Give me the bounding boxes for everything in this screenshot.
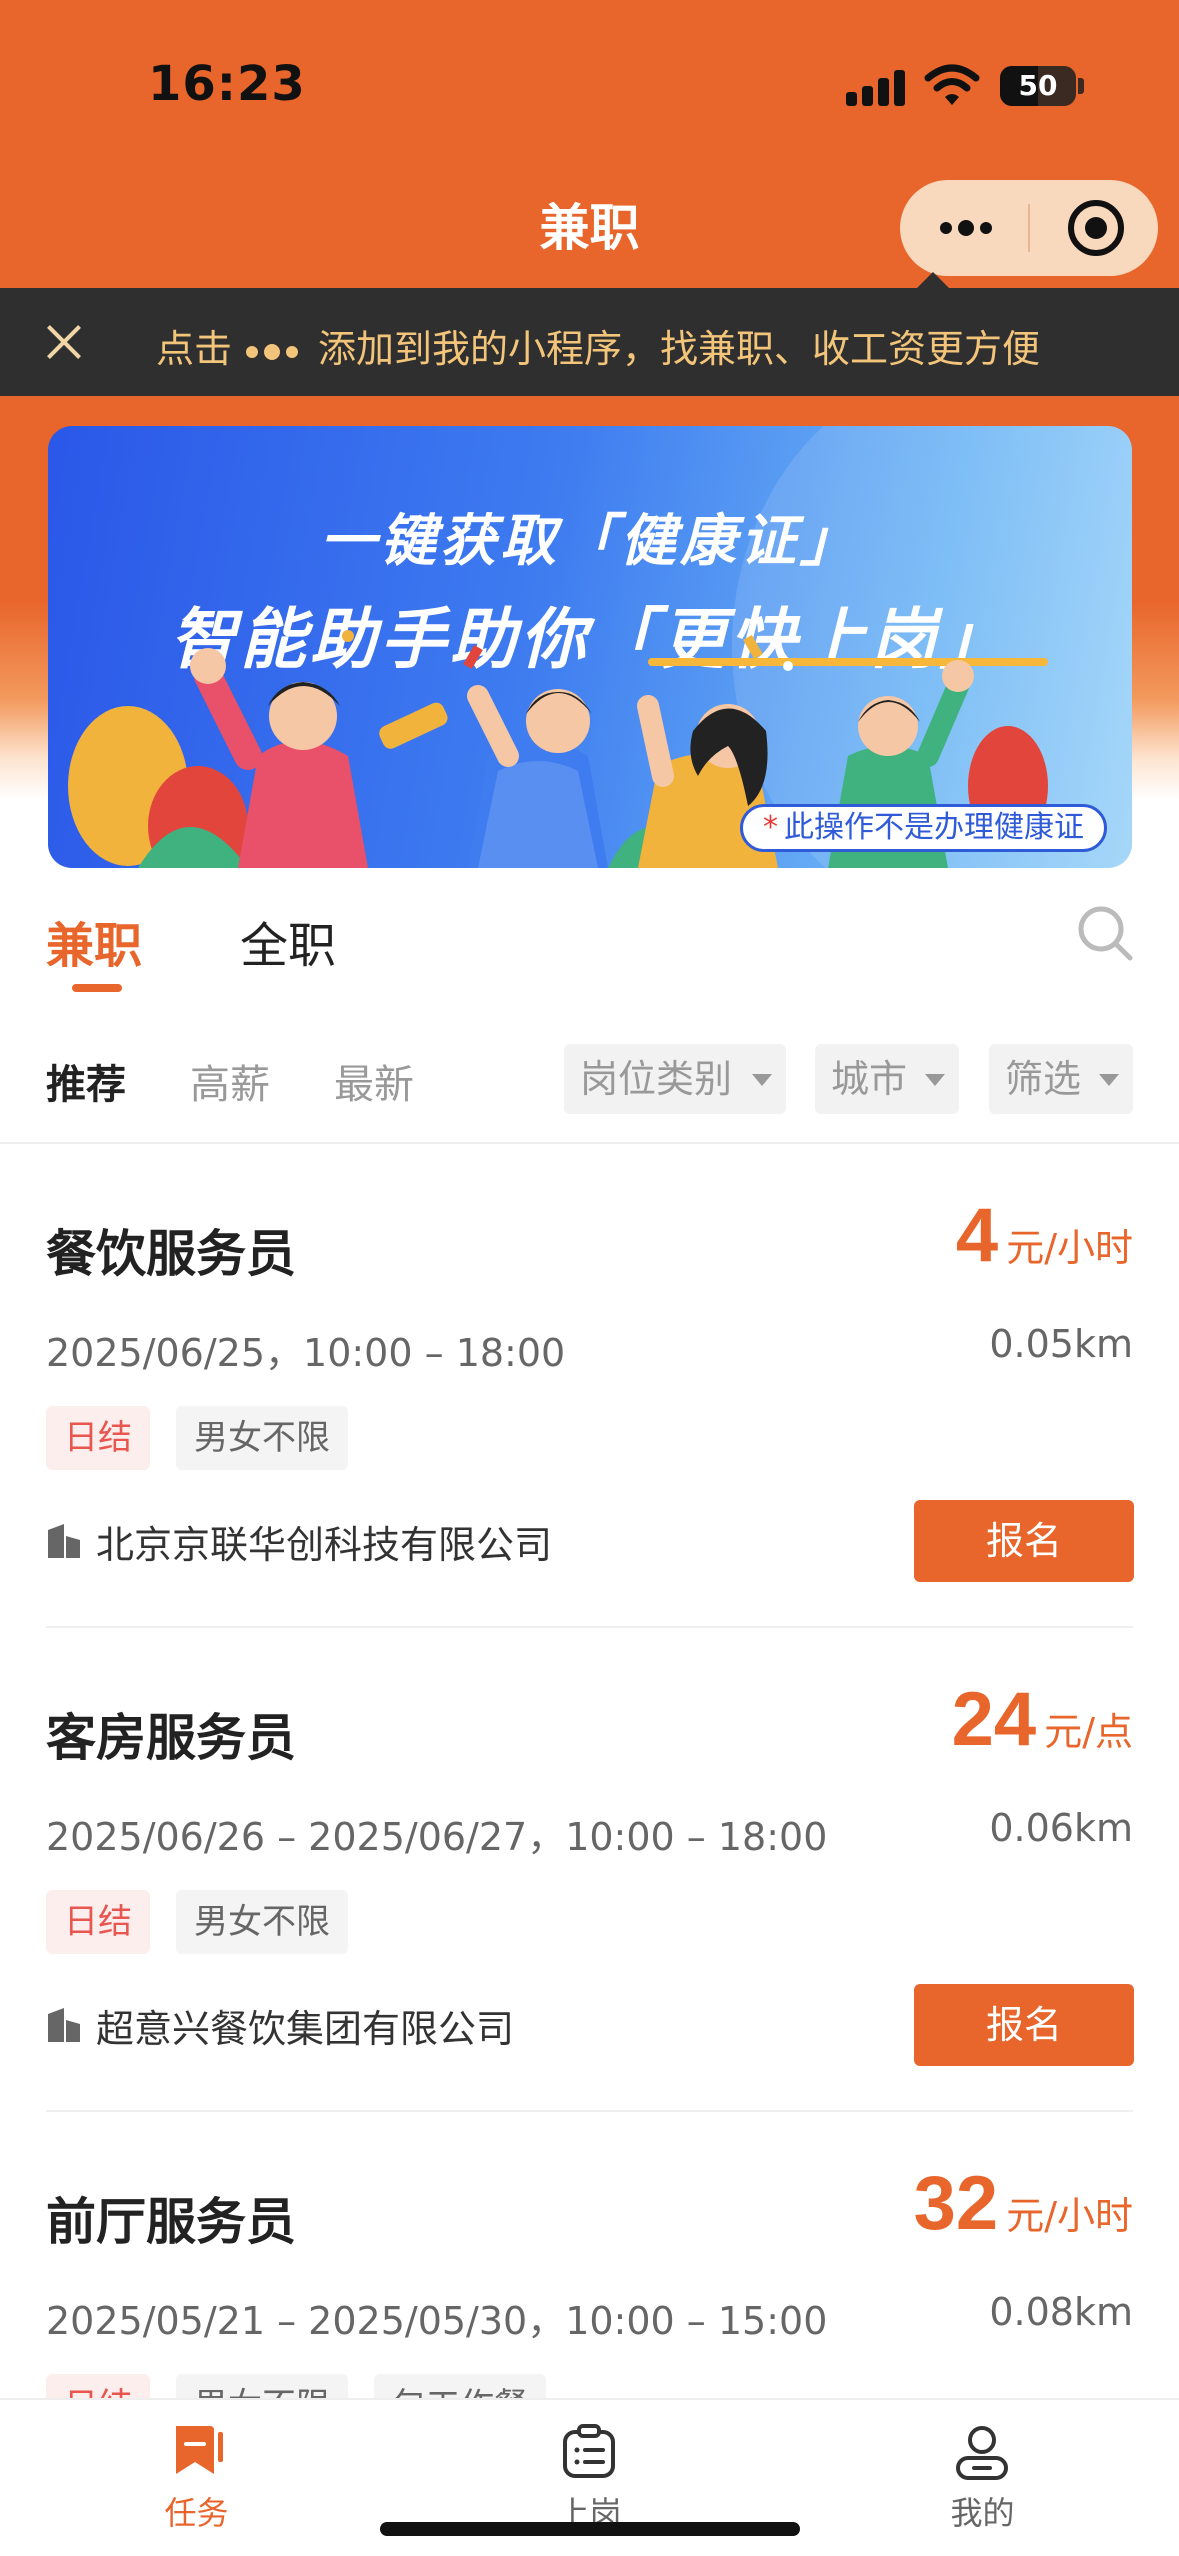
job-card[interactable]: 客房服务员 24 元/点 2025/06/26 – 2025/06/27，10:0… <box>0 1628 1179 2112</box>
wifi-icon <box>924 64 980 105</box>
job-card[interactable]: 餐饮服务员 4 元/小时 2025/06/25，10:00 – 18:00 0.0… <box>0 1144 1179 1628</box>
more-dots-icon <box>246 342 304 362</box>
tabbar-item-mine[interactable]: 我的 <box>786 2400 1179 2556</box>
tabbar-item-tasks[interactable]: 任务 <box>0 2400 393 2556</box>
battery-cap <box>1078 78 1084 94</box>
job-tags: 日结 男女不限 <box>46 1890 374 1954</box>
add-to-mini-program-hint: 点击 添加到我的小程序，找兼职、收工资更方便 <box>0 288 1179 396</box>
banner-disclaimer: * 此操作不是办理健康证 <box>740 804 1107 852</box>
tabbar-label: 任务 <box>164 2494 229 2532</box>
job-tags: 日结 男女不限 <box>46 1406 374 1470</box>
job-title: 前厅服务员 <box>46 2193 296 2251</box>
job-title: 客房服务员 <box>46 1709 296 1767</box>
tabbar-label: 我的 <box>950 2494 1015 2532</box>
home-indicator <box>380 2522 800 2536</box>
company-name: 超意兴餐饮集团有限公司 <box>96 2007 515 2051</box>
pay-amount: 4 <box>955 1193 999 1278</box>
pay-unit: 元/小时 <box>1006 2194 1133 2238</box>
signal-icon <box>846 70 906 106</box>
filter-job-category[interactable]: 岗位类别 <box>564 1044 786 1114</box>
filter-job-category-label: 岗位类别 <box>580 1057 733 1101</box>
clipboard-icon <box>563 2424 615 2478</box>
filter-city-label: 城市 <box>831 1057 908 1101</box>
filter-more-label: 筛选 <box>1005 1057 1082 1101</box>
caret-down-icon <box>925 1074 945 1086</box>
job-pay: 32 元/小时 <box>914 2160 1133 2247</box>
caret-down-icon <box>752 1074 772 1086</box>
job-date: 2025/05/21 – 2025/05/30，10:00 – 15:00 <box>46 2299 828 2343</box>
pay-unit: 元/点 <box>1044 1710 1133 1754</box>
signup-button[interactable]: 报名 <box>914 1984 1134 2066</box>
tag-gender: 男女不限 <box>176 1890 348 1954</box>
user-icon <box>956 2426 1008 2480</box>
company-name: 北京京联华创科技有限公司 <box>96 1523 553 1567</box>
disclaimer-star: * <box>763 810 778 845</box>
tag-daily-settlement: 日结 <box>46 1890 150 1954</box>
building-icon <box>48 1524 80 1558</box>
pay-amount: 32 <box>913 2161 999 2246</box>
caret-down-icon <box>1099 1074 1119 1086</box>
sort-newest[interactable]: 最新 <box>334 1052 414 1110</box>
job-distance: 0.08km <box>989 2290 1133 2334</box>
filter-city[interactable]: 城市 <box>815 1044 959 1114</box>
building-icon <box>48 2008 80 2042</box>
job-title: 餐饮服务员 <box>46 1225 296 1283</box>
signup-button[interactable]: 报名 <box>914 1500 1134 1582</box>
hint-prefix: 点击 <box>156 327 233 371</box>
banner-illustration <box>68 630 1048 868</box>
search-icon[interactable] <box>1076 904 1134 962</box>
battery-level: 50 <box>1018 69 1058 102</box>
mini-program-capsule <box>900 180 1158 276</box>
close-icon[interactable] <box>40 318 88 366</box>
sort-recommended[interactable]: 推荐 <box>46 1052 126 1110</box>
pay-amount: 24 <box>951 1677 1037 1762</box>
tag-gender: 男女不限 <box>176 1406 348 1470</box>
job-date: 2025/06/25，10:00 – 18:00 <box>46 1331 566 1375</box>
task-icon <box>176 2426 223 2474</box>
status-time: 16:23 <box>148 56 306 112</box>
capsule-divider <box>1028 204 1030 252</box>
tab-part-time[interactable]: 兼职 <box>46 906 142 976</box>
disclaimer-text: 此操作不是办理健康证 <box>784 810 1084 845</box>
job-pay: 4 元/小时 <box>956 1192 1133 1279</box>
target-icon[interactable] <box>1068 200 1124 256</box>
sort-high-pay[interactable]: 高薪 <box>190 1052 270 1110</box>
battery-icon: 50 <box>1000 66 1076 106</box>
tab-full-time[interactable]: 全职 <box>240 906 336 976</box>
hint-suffix: 添加到我的小程序，找兼职、收工资更方便 <box>318 327 1041 371</box>
status-bar: 16:23 50 <box>0 0 1179 175</box>
health-certificate-banner[interactable]: 一键获取「健康证」 智能助手助你「更快上岗」 * 此操作不是办理健康证 <box>48 426 1132 868</box>
more-icon[interactable] <box>900 180 1028 276</box>
job-distance: 0.05km <box>989 1322 1133 1366</box>
tab-indicator <box>72 984 122 992</box>
hint-text: 点击 添加到我的小程序，找兼职、收工资更方便 <box>156 318 1040 373</box>
job-distance: 0.06km <box>989 1806 1133 1850</box>
tag-daily-settlement: 日结 <box>46 1406 150 1470</box>
job-date: 2025/06/26 – 2025/06/27，10:00 – 18:00 <box>46 1815 828 1859</box>
job-pay: 24 元/点 <box>952 1676 1133 1763</box>
filter-more[interactable]: 筛选 <box>989 1044 1133 1114</box>
pay-unit: 元/小时 <box>1006 1226 1133 1270</box>
